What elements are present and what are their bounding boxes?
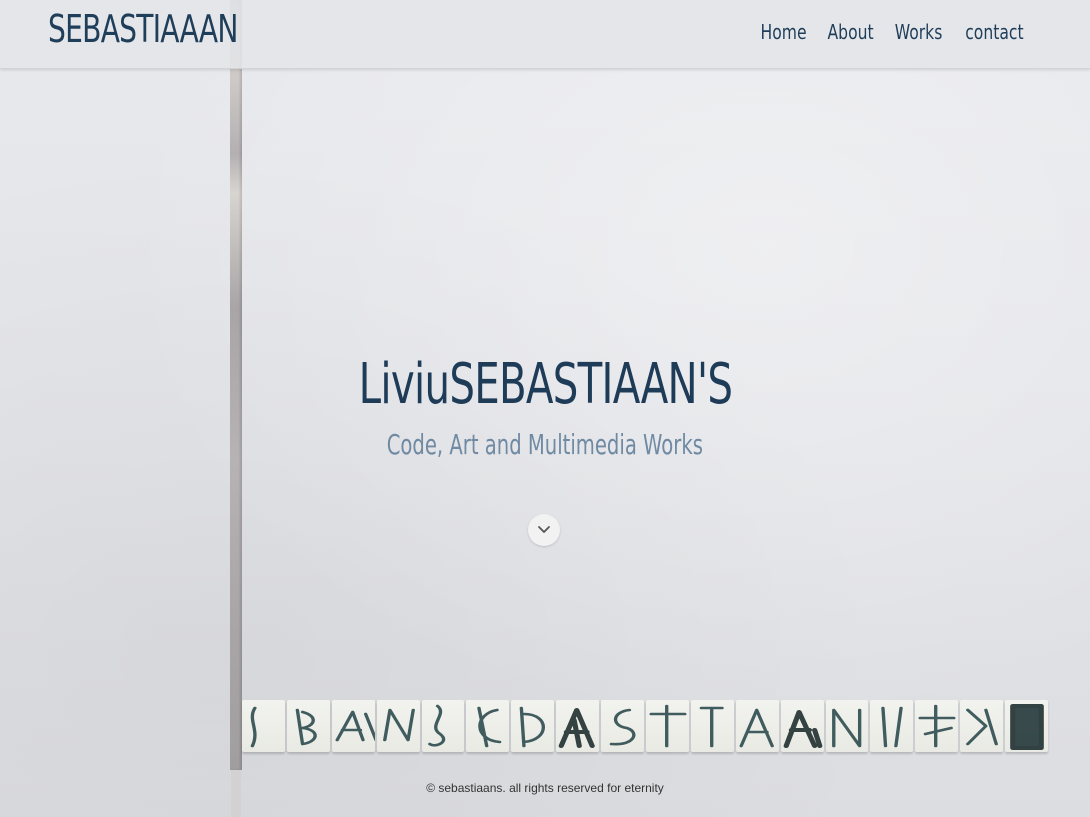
tile-2 <box>286 700 330 752</box>
footer-copyright: © sebastiaans. all rights reserved for e… <box>426 781 664 795</box>
tile-17 <box>960 700 1004 752</box>
site-header: SEBASTIAAAN Home About Works contact <box>0 0 1090 69</box>
tile-8 <box>556 700 600 752</box>
hero-subtitle-wrap: Code, Art and Multimedia Works <box>0 428 1090 461</box>
scroll-down-button[interactable] <box>528 514 560 546</box>
tile-16 <box>915 700 959 752</box>
tile-13 <box>780 700 824 752</box>
tile-7 <box>511 700 555 752</box>
tile-10 <box>646 700 689 752</box>
nav-about[interactable]: About <box>827 20 873 44</box>
tile-3 <box>331 700 375 752</box>
site-logo[interactable]: SEBASTIAAAN <box>48 7 238 51</box>
nav-home[interactable]: Home <box>760 20 806 44</box>
tile-1 <box>242 700 285 752</box>
chevron-down-icon <box>538 526 550 533</box>
tile-14 <box>825 700 869 752</box>
tile-5 <box>421 700 465 752</box>
tile-11 <box>690 700 734 752</box>
hero-subtitle: Code, Art and Multimedia Works <box>386 428 704 461</box>
main-nav: Home About Works contact <box>758 20 1028 44</box>
tile-18 <box>1005 700 1049 752</box>
handwritten-tile-strip <box>242 700 1050 756</box>
hero-title: LiviuSEBASTIAAN'S <box>358 352 732 417</box>
tile-6 <box>466 700 510 752</box>
tile-4 <box>376 700 420 752</box>
tile-15 <box>870 700 914 752</box>
tile-12 <box>735 700 779 752</box>
nav-works[interactable]: Works <box>895 20 943 44</box>
hero-title-wrap: LiviuSEBASTIAAN'S <box>0 352 1090 417</box>
nav-contact[interactable]: contact <box>965 20 1023 44</box>
tile-9 <box>601 700 645 752</box>
